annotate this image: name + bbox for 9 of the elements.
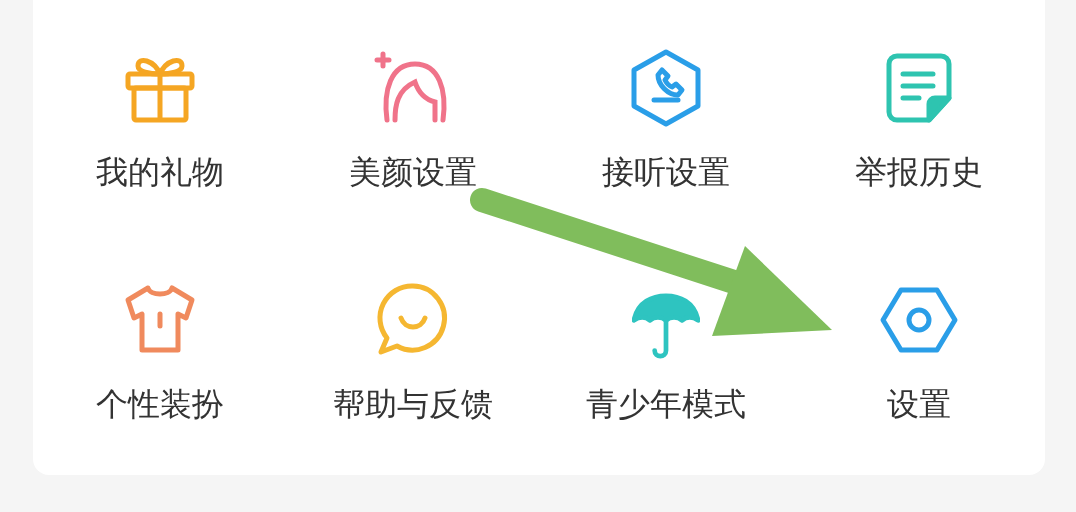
menu-item-label[interactable]: 个性装扮	[95, 384, 224, 424]
menu-item-label[interactable]: 青少年模式	[585, 384, 746, 424]
menu-item-label[interactable]: 接听设置	[601, 152, 730, 192]
menu-item-label[interactable]: 美颜设置	[348, 152, 477, 192]
umbrella-icon[interactable]	[631, 292, 700, 360]
menu-item-label[interactable]: 帮助与反馈	[332, 384, 493, 424]
menu-item-label[interactable]: 举报历史	[854, 152, 983, 192]
menu-item-label[interactable]: 设置	[886, 384, 951, 424]
menu-item-label[interactable]: 我的礼物	[95, 152, 224, 192]
